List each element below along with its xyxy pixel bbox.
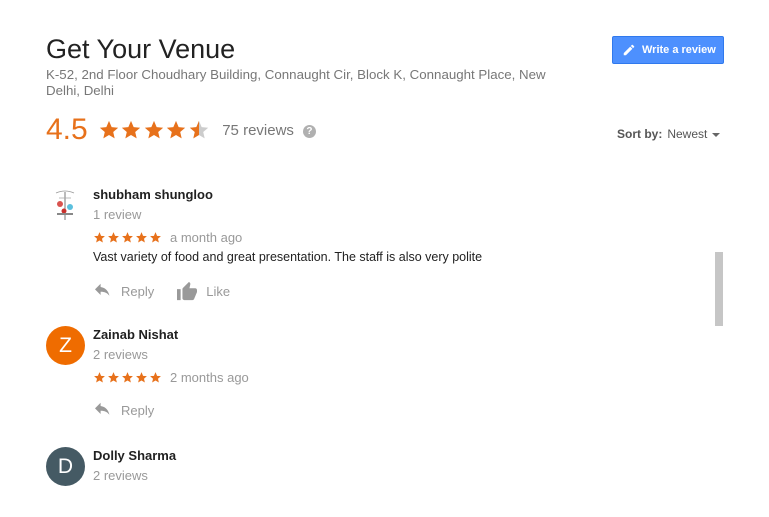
star-icon bbox=[136, 372, 147, 383]
review-date: 2 months ago bbox=[170, 370, 249, 385]
reply-icon bbox=[95, 283, 110, 296]
star-icon bbox=[167, 120, 186, 139]
scrollbar-thumb[interactable] bbox=[715, 252, 723, 326]
review-actions: Reply bbox=[93, 400, 693, 420]
chevron-down-icon bbox=[712, 132, 721, 137]
sort-dropdown[interactable]: Sort by: Newest bbox=[617, 127, 721, 141]
reviewer-name[interactable]: shubham shungloo bbox=[93, 186, 693, 204]
place-title: Get Your Venue bbox=[46, 34, 236, 64]
star-icon bbox=[122, 232, 133, 243]
star-icon bbox=[94, 372, 105, 383]
like-button[interactable]: Like bbox=[176, 281, 230, 301]
review-stars: 2 months ago bbox=[93, 369, 693, 386]
rating-stars bbox=[98, 119, 211, 141]
star-icon bbox=[122, 120, 141, 139]
star-icon bbox=[136, 232, 147, 243]
pencil-icon bbox=[622, 43, 636, 57]
reviewer-name[interactable]: Zainab Nishat bbox=[93, 326, 693, 344]
write-review-label: Write a review bbox=[642, 44, 716, 56]
star-icon bbox=[144, 120, 163, 139]
avatar-photo-icon bbox=[46, 186, 85, 225]
help-icon[interactable]: ? bbox=[302, 124, 316, 138]
star-icon bbox=[150, 372, 161, 383]
write-review-button[interactable]: Write a review bbox=[612, 36, 724, 64]
reviewer-review-count: 1 review bbox=[93, 207, 142, 222]
review-count[interactable]: 75 reviews bbox=[222, 122, 294, 139]
like-label: Like bbox=[206, 283, 231, 299]
thumbs-up-icon bbox=[177, 281, 198, 301]
rating-summary: 4.5 75 reviews ? bbox=[46, 112, 316, 148]
star-icon bbox=[99, 120, 118, 139]
star-icon bbox=[108, 372, 119, 383]
reply-label: Reply bbox=[121, 283, 155, 299]
reply-label: Reply bbox=[121, 402, 155, 418]
review-text: Vast variety of food and great presentat… bbox=[93, 250, 483, 264]
star-icon bbox=[122, 372, 133, 383]
reviewer-review-count: 2 reviews bbox=[93, 468, 148, 483]
reply-icon bbox=[95, 402, 110, 415]
review-stars: a month ago bbox=[93, 229, 693, 246]
reviewer-name[interactable]: Dolly Sharma bbox=[93, 447, 693, 465]
review-date: a month ago bbox=[170, 230, 243, 245]
reviews-panel: Get Your Venue K-52, 2nd Floor Choudhary… bbox=[0, 0, 769, 517]
reply-button[interactable]: Reply bbox=[93, 283, 154, 299]
avatar[interactable]: D bbox=[46, 447, 85, 486]
avatar[interactable] bbox=[46, 186, 85, 225]
star-icon bbox=[94, 232, 105, 243]
rating-value: 4.5 bbox=[46, 113, 88, 146]
reviewer-review-count: 2 reviews bbox=[93, 347, 148, 362]
sort-label: Sort by: bbox=[617, 127, 663, 141]
sort-value: Newest bbox=[667, 127, 708, 141]
place-address: K-52, 2nd Floor Choudhary Building, Conn… bbox=[46, 67, 546, 98]
half-star-icon bbox=[189, 120, 208, 139]
star-icon bbox=[108, 232, 119, 243]
review-actions: Reply Like bbox=[93, 281, 693, 301]
star-icon bbox=[150, 232, 161, 243]
avatar[interactable]: Z bbox=[46, 326, 85, 365]
reply-button[interactable]: Reply bbox=[93, 402, 154, 418]
avatar-letter: Z bbox=[59, 333, 72, 357]
avatar-letter: D bbox=[57, 454, 74, 478]
